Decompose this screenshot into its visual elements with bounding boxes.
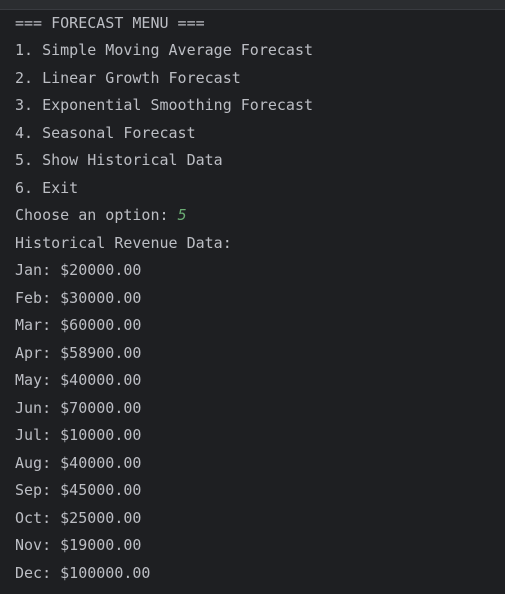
console-output[interactable]: === FORECAST MENU === 1. Simple Moving A… — [0, 10, 505, 594]
console-toolbar — [0, 0, 505, 10]
data-row-jul: Jul: $10000.00 — [15, 426, 142, 444]
data-row-aug: Aug: $40000.00 — [15, 454, 142, 472]
data-row-nov: Nov: $19000.00 — [15, 536, 142, 554]
menu-option-1: 1. Simple Moving Average Forecast — [15, 41, 314, 59]
user-input-value: 5 — [177, 206, 187, 224]
data-row-mar: Mar: $60000.00 — [15, 316, 142, 334]
menu-option-3: 3. Exponential Smoothing Forecast — [15, 96, 314, 114]
data-title: Historical Revenue Data: — [15, 234, 232, 252]
data-row-jun: Jun: $70000.00 — [15, 399, 142, 417]
data-row-jan: Jan: $20000.00 — [15, 261, 142, 279]
data-row-oct: Oct: $25000.00 — [15, 509, 142, 527]
prompt-text: Choose an option: — [15, 206, 178, 224]
prompt-line: Choose an option: 5 — [15, 205, 187, 225]
data-row-feb: Feb: $30000.00 — [15, 289, 142, 307]
data-row-sep: Sep: $45000.00 — [15, 481, 142, 499]
data-row-may: May: $40000.00 — [15, 371, 142, 389]
menu-option-2: 2. Linear Growth Forecast — [15, 69, 241, 87]
data-row-apr: Apr: $58900.00 — [15, 344, 142, 362]
menu-option-4: 4. Seasonal Forecast — [15, 124, 196, 142]
menu-header: === FORECAST MENU === — [15, 14, 205, 32]
menu-option-6: 6. Exit — [15, 179, 79, 197]
menu-option-5: 5. Show Historical Data — [15, 151, 223, 169]
data-row-dec: Dec: $100000.00 — [15, 564, 151, 582]
